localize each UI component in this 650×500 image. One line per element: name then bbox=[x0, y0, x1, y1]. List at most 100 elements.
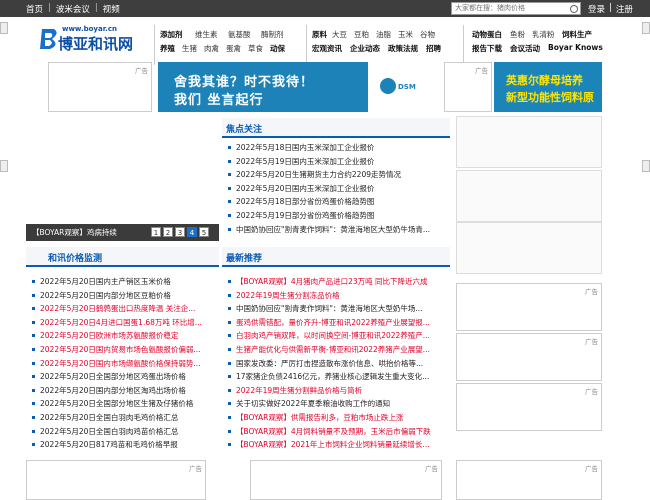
list-item[interactable]: 关于切实做好2022年夏季粮油收购工作的通知 bbox=[226, 397, 448, 411]
side-ad-right[interactable] bbox=[642, 160, 650, 172]
nav-meeting-link[interactable]: 波米会议 bbox=[56, 3, 90, 15]
menu-breeding[interactable]: 养殖 bbox=[160, 43, 182, 54]
slide-page-button-active[interactable]: 4 bbox=[187, 227, 197, 237]
search-input[interactable] bbox=[455, 4, 555, 12]
menu-divider bbox=[463, 25, 464, 65]
list-item[interactable]: 2022年5月19日部分省份鸡蛋价格趋势图 bbox=[226, 209, 448, 223]
menu-macro-news[interactable]: 宏观资讯 bbox=[312, 43, 350, 54]
list-item[interactable]: 【BOYAR观察】供需报告利多，豆粕市场止跌上涨 bbox=[226, 411, 448, 425]
menu-enzyme[interactable]: 酶制剂 bbox=[261, 29, 294, 40]
list-item[interactable]: 国家发改委：严厉打击捏造散布涨价信息、哄抬价格等... bbox=[226, 357, 448, 371]
menu-vitamin[interactable]: 维生素 bbox=[195, 29, 228, 40]
menu-layer[interactable]: 蛋禽 bbox=[226, 43, 248, 54]
ad-slot[interactable]: 广告 bbox=[48, 62, 152, 112]
list-item[interactable]: 2022年19周生猪分割鲜品价格与简析 bbox=[226, 384, 448, 398]
list-item[interactable]: 2022年5月20日全国白羽肉鸡苗价格汇总 bbox=[30, 425, 216, 439]
list-item[interactable]: 2022年5月20日817鸡苗和毛鸡价格早报 bbox=[30, 438, 216, 452]
menu-company-news[interactable]: 企业动态 bbox=[350, 43, 388, 54]
menu-additive[interactable]: 添加剂 bbox=[160, 29, 195, 40]
nav-home-link[interactable]: 首页 bbox=[26, 3, 43, 15]
list-item[interactable]: 2022年19周生猪分割冻品价格 bbox=[226, 289, 448, 303]
list-item[interactable]: 蛋鸡供需错配，量价齐升-博亚和讯2022养殖产业展望报... bbox=[226, 316, 448, 330]
ad-slot[interactable]: 广告 bbox=[456, 333, 602, 381]
ad-slot[interactable] bbox=[456, 222, 602, 274]
side-ad-right[interactable] bbox=[642, 22, 650, 34]
list-item[interactable]: 2022年5月20日国内部分地区淘鸡出场价格 bbox=[30, 384, 216, 398]
nav-video-link[interactable]: 视频 bbox=[103, 3, 120, 15]
menu-whey[interactable]: 乳清粉 bbox=[532, 29, 562, 40]
list-item[interactable]: 白羽肉鸡产销双降，以时间换空间-博亚和讯2022养殖产... bbox=[226, 329, 448, 343]
menu-fishmeal[interactable]: 鱼粉 bbox=[510, 29, 532, 40]
menu-report-download[interactable]: 报告下载 bbox=[472, 43, 510, 54]
slide-page-button[interactable]: 2 bbox=[163, 227, 173, 237]
ad-slot[interactable] bbox=[456, 170, 602, 222]
menu-animal-health[interactable]: 动保 bbox=[270, 43, 292, 54]
menu-policy[interactable]: 政策法规 bbox=[388, 43, 426, 54]
list-item[interactable]: 2022年5月18日国内玉米深加工企业报价 bbox=[226, 141, 448, 155]
list-item[interactable]: 2022年5月20日全国部分地区生猪及仔猪价格 bbox=[30, 397, 216, 411]
list-item[interactable]: 【BOYAR观察】4月猪肉产品进口23万吨 同比下降近六成 bbox=[226, 275, 448, 289]
side-ad-left[interactable] bbox=[0, 160, 8, 172]
menu-jobs[interactable]: 招聘 bbox=[426, 43, 448, 54]
list-item[interactable]: 2022年5月20日4月进口国蛋1.68万吨 环比增... bbox=[30, 316, 216, 330]
recommend-header: 最新推荐 bbox=[222, 247, 450, 267]
banner-headline: 舍我其谁？时不我待！ bbox=[174, 75, 315, 90]
list-item[interactable]: 【BOYAR观察】4月饲料销量不及预期，玉米后市偏弱下跌 bbox=[226, 425, 448, 439]
recommend-list: 【BOYAR观察】4月猪肉产品进口23万吨 同比下降近六成 2022年19周生猪分… bbox=[226, 275, 448, 452]
menu-oil[interactable]: 油脂 bbox=[376, 29, 398, 40]
ad-slot[interactable]: 广告 bbox=[26, 460, 206, 500]
dsm-banner-ad[interactable]: 舍我其谁？时不我待！ 我们 坐言起行 DSM bbox=[158, 62, 440, 112]
list-item[interactable]: 2022年5月20日国内贸易市场色氨酸报价偏弱... bbox=[30, 343, 216, 357]
side-ad-left[interactable] bbox=[0, 22, 8, 34]
price-list: 2022年5月20日国内主产销区玉米价格 2022年5月20日国内部分地区豆粕价格… bbox=[30, 275, 216, 452]
list-item[interactable]: 中国奶协回应"割青麦作饲料"：黄淮海地区大型奶牛场... bbox=[226, 302, 448, 316]
menu-pig[interactable]: 生猪 bbox=[182, 43, 204, 54]
ad-slot[interactable]: 广告 bbox=[444, 62, 492, 112]
ad-slot[interactable]: 广告 bbox=[456, 283, 602, 331]
yeast-banner-ad[interactable]: 英惠尔酵母培养 新型功能性饲料原 bbox=[494, 62, 602, 112]
search-box[interactable] bbox=[451, 2, 581, 15]
list-item[interactable]: 【BOYAR观察】2021年上市饲料企业饲料销量延续增长... bbox=[226, 438, 448, 452]
menu-grain[interactable]: 谷物 bbox=[420, 29, 442, 40]
slideshow-caption[interactable]: 【BOYAR观察】鸡病持续 bbox=[32, 227, 117, 238]
site-logo[interactable]: www.boyar.cn 博亚和讯网 bbox=[38, 25, 148, 55]
top-bar: 首页 | 波米会议 | 视频 登录 | 注册 bbox=[0, 0, 650, 17]
slideshow-caption-bar: 【BOYAR观察】鸡病持续 1 2 3 4 5 bbox=[26, 224, 219, 241]
list-item[interactable]: 2022年5月20日国内市场缬氨酸价格保持弱势... bbox=[30, 357, 216, 371]
list-item[interactable]: 2022年5月20日鹤鹑蛋出口热度降温 关注企... bbox=[30, 302, 216, 316]
list-item[interactable]: 2022年5月18日部分省份鸡蛋价格趋势图 bbox=[226, 195, 448, 209]
slide-page-button[interactable]: 3 bbox=[175, 227, 185, 237]
menu-broiler[interactable]: 肉禽 bbox=[204, 43, 226, 54]
menu-amino-acid[interactable]: 氨基酸 bbox=[228, 29, 261, 40]
menu-divider bbox=[306, 25, 307, 65]
menu-corn[interactable]: 玉米 bbox=[398, 29, 420, 40]
menu-herbivore[interactable]: 草食 bbox=[248, 43, 270, 54]
slide-page-button[interactable]: 1 bbox=[151, 227, 161, 237]
list-item[interactable]: 生猪产能优化与供需新平衡-博亚和讯2022养猪产业展望... bbox=[226, 343, 448, 357]
list-item[interactable]: 2022年5月20日全国部分地区鸡蛋出场价格 bbox=[30, 370, 216, 384]
list-item[interactable]: 2022年5月20日国内部分地区豆粕价格 bbox=[30, 289, 216, 303]
ad-slot[interactable] bbox=[456, 116, 602, 168]
list-item[interactable]: 2022年5月20日国内玉米深加工企业报价 bbox=[226, 182, 448, 196]
list-item[interactable]: 17家猪企负债2416亿元，养猪业核心逻辑发生重大变化... bbox=[226, 370, 448, 384]
search-icon[interactable] bbox=[570, 5, 578, 13]
slide-page-button[interactable]: 5 bbox=[199, 227, 209, 237]
ad-slot[interactable]: 广告 bbox=[250, 460, 442, 500]
menu-animal-protein[interactable]: 动物蛋白 bbox=[472, 29, 510, 40]
register-link[interactable]: 注册 bbox=[616, 3, 633, 15]
menu-soymeal[interactable]: 豆粕 bbox=[354, 29, 376, 40]
menu-raw-material[interactable]: 原料 bbox=[312, 29, 332, 40]
list-item[interactable]: 2022年5月20日欧洲市场苏氨酸报价稳定 bbox=[30, 329, 216, 343]
menu-feed-production[interactable]: 饲料生产 bbox=[562, 29, 600, 40]
list-item[interactable]: 2022年5月20日全国白羽肉毛鸡价格汇总 bbox=[30, 411, 216, 425]
menu-boyar-knows[interactable]: Boyar Knows bbox=[548, 43, 603, 54]
menu-events[interactable]: 会议活动 bbox=[510, 43, 548, 54]
login-link[interactable]: 登录 bbox=[588, 3, 605, 15]
ad-slot[interactable]: 广告 bbox=[456, 383, 602, 431]
list-item[interactable]: 中国奶协回应"割青麦作饲料"：黄淮海地区大型奶牛场青... bbox=[226, 223, 448, 237]
menu-soybean[interactable]: 大豆 bbox=[332, 29, 354, 40]
list-item[interactable]: 2022年5月20日生猪期货主力合约2209走势情况 bbox=[226, 168, 448, 182]
ad-slot[interactable]: 广告 bbox=[456, 460, 602, 500]
list-item[interactable]: 2022年5月20日国内主产销区玉米价格 bbox=[30, 275, 216, 289]
list-item[interactable]: 2022年5月19日国内玉米深加工企业报价 bbox=[226, 155, 448, 169]
